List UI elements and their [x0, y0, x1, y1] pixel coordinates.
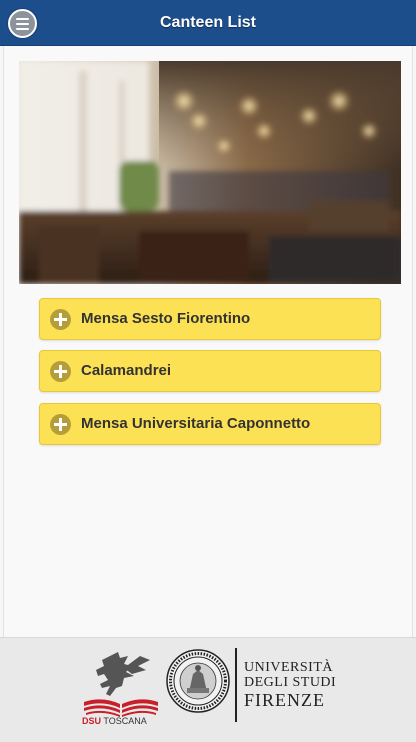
- unifi-line-2: DEGLI STUDI: [244, 675, 337, 690]
- restaurant-photo-image: [19, 61, 401, 284]
- dsu-caption-bold: DSU: [82, 716, 102, 726]
- page-title: Canteen List: [159, 14, 256, 31]
- canteen-item-label: Mensa Universitaria Caponnetto: [81, 415, 311, 432]
- logo-divider: [235, 648, 237, 722]
- unifi-logo-text: UNIVERSITÀ DEGLI STUDI FIRENZE: [244, 660, 336, 710]
- plus-circle-icon: [50, 414, 71, 435]
- canteen-item-calamandrei[interactable]: Calamandrei: [39, 350, 381, 392]
- plus-circle-icon: [50, 309, 71, 330]
- unifi-line-3: FIRENZE: [244, 690, 325, 710]
- app-header: Canteen List: [0, 0, 416, 46]
- unifi-line-1: UNIVERSITÀ: [244, 660, 333, 675]
- footer: DSU TOSCANA UNIVERSITÀ DEGLI STUDI FIREN…: [0, 637, 416, 742]
- canteen-item-label: Calamandrei: [81, 362, 172, 379]
- canteen-item-caponnetto[interactable]: Mensa Universitaria Caponnetto: [39, 403, 381, 445]
- plus-circle-icon: [50, 361, 71, 382]
- app-screen: Canteen List Mensa Sesto Fiorentino Cala…: [0, 0, 416, 742]
- dsu-caption-rest: TOSCANA: [103, 716, 147, 726]
- canteen-item-sesto-fiorentino[interactable]: Mensa Sesto Fiorentino: [39, 298, 381, 340]
- restaurant-photo: [19, 61, 401, 284]
- university-seal-icon: [166, 649, 230, 713]
- dsu-toscana-caption: DSU TOSCANA: [82, 716, 147, 726]
- canteen-item-label: Mensa Sesto Fiorentino: [81, 310, 251, 327]
